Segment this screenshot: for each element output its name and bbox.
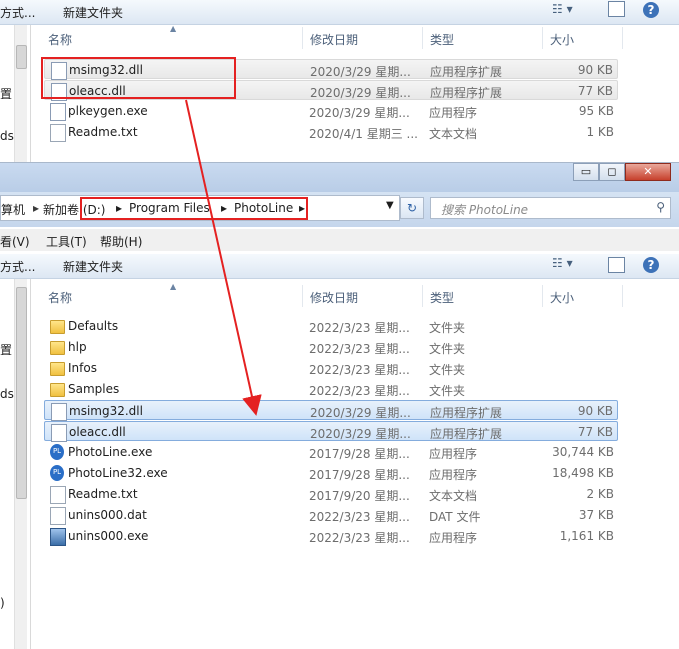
arrow-line	[185, 99, 262, 416]
annotation-arrow	[185, 99, 262, 416]
